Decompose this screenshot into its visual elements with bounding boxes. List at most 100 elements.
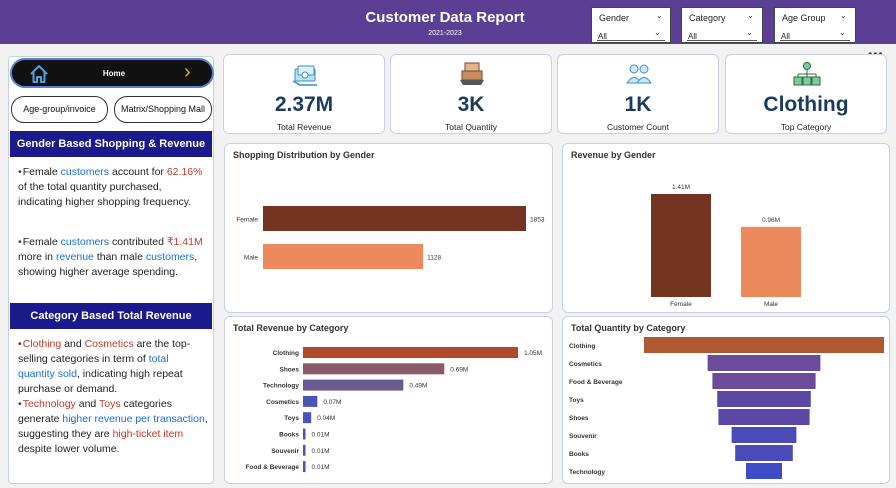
bar: [303, 444, 306, 456]
bar: [263, 206, 526, 231]
age-group-invoice-button[interactable]: Age-group/invoice: [11, 96, 108, 123]
category-label: Male: [244, 255, 258, 262]
chevron-down-icon[interactable]: ⌄: [840, 11, 847, 20]
revenue-by-category-chart: Clothing 1.05M Shoes 0.69M Technology 0.49M Co…: [246, 347, 542, 473]
category-label: Cosmetics: [266, 399, 299, 406]
category-label: Books: [279, 432, 299, 439]
kpi-label: Total Quantity: [445, 122, 497, 132]
kpi-total-revenue: 2.37M Total Revenue: [223, 54, 385, 134]
category-label: Male: [764, 301, 778, 308]
kpi-value: 2.37M: [274, 93, 334, 116]
bar: [303, 363, 445, 375]
kpi-top-category: Clothing Top Category: [725, 54, 887, 134]
category-label: Shoes: [569, 415, 589, 422]
data-label: 0.01M: [312, 432, 330, 439]
chart-title: Total Revenue by Category: [233, 323, 349, 333]
chevron-down-icon[interactable]: ⌄: [747, 11, 754, 20]
bar: [303, 347, 518, 358]
data-label: 1128: [427, 255, 441, 262]
matrix-shopping-mall-button[interactable]: Matrix/Shopping Mall: [114, 96, 212, 123]
chart-title: Revenue by Gender: [571, 150, 656, 160]
money-stack-icon: [292, 65, 317, 86]
category-insight-1: •Clothing and Cosmetics are the top-sell…: [18, 338, 191, 395]
data-label: 1.05M: [524, 350, 542, 357]
age-group-filter[interactable]: Age Group ⌄ All ⌄: [774, 7, 856, 43]
data-label: 0.01M: [312, 464, 330, 471]
data-label: 0.07M: [323, 399, 341, 406]
revenue-by-category-chart-card: Total Revenue by Category Clothing 1.05M S…: [224, 316, 553, 484]
shopping-distribution-chart-card: Shopping Distribution by Gender Female 18…: [224, 143, 553, 313]
funnel-bar: [717, 391, 811, 407]
bar: [303, 379, 404, 391]
chart-title: Shopping Distribution by Gender: [233, 150, 375, 160]
funnel-bar: [707, 355, 821, 371]
kpi-total-quantity: 3K Total Quantity: [390, 54, 552, 134]
gender-filter[interactable]: Gender ⌄ All ⌄: [591, 7, 671, 43]
kpi-label: Top Category: [780, 122, 832, 132]
bar: [303, 412, 312, 424]
home-nav-bar[interactable]: Home ›: [10, 58, 214, 88]
data-label: 0.01M: [312, 448, 330, 455]
page-subtitle: 2021-2023: [428, 30, 462, 37]
funnel-bar: [731, 427, 797, 443]
category-label: Female: [670, 301, 692, 308]
category-network-icon: [793, 62, 821, 86]
customers-icon: [626, 64, 652, 84]
category-filter[interactable]: Category ⌄ All ⌄: [681, 7, 763, 43]
gender-insight-1: •Female customers account for 62.16% of …: [18, 166, 203, 208]
gender-section-title: Gender Based Shopping & Revenue: [10, 131, 212, 157]
chevron-down-icon[interactable]: ⌄: [746, 28, 753, 37]
category-label: Food & Beverage: [569, 379, 623, 386]
kpi-value: 1K: [624, 93, 652, 116]
chevron-right-icon[interactable]: ›: [184, 61, 191, 84]
category-label: Shoes: [279, 366, 299, 373]
category-label: Cosmetics: [569, 361, 602, 368]
data-label: 0.69M: [450, 366, 468, 373]
funnel-bar: [644, 337, 884, 353]
bar: [303, 461, 306, 473]
category-section-title: Category Based Total Revenue: [10, 303, 212, 329]
category-label: Female: [236, 217, 258, 224]
bar: [303, 395, 318, 407]
bar: [303, 428, 306, 440]
age-group-filter-label: Age Group: [782, 13, 826, 23]
bar: [651, 194, 711, 297]
category-filter-label: Category: [689, 13, 726, 23]
data-label: 1853: [530, 217, 545, 224]
category-label: Technology: [569, 469, 605, 476]
category-label: Clothing: [569, 343, 595, 350]
category-label: Toys: [569, 397, 584, 404]
kpi-label: Total Revenue: [276, 122, 332, 132]
kpi-value: Clothing: [763, 93, 849, 116]
data-label: 0.49M: [409, 383, 427, 390]
chevron-down-icon[interactable]: ⌄: [839, 28, 846, 37]
bar: [263, 244, 424, 269]
chart-title: Total Quantity by Category: [571, 323, 686, 333]
category-label: Technology: [263, 383, 299, 390]
category-label: Souvenir: [271, 448, 299, 455]
data-label: 0.96M: [762, 217, 780, 224]
gender-filter-label: Gender: [599, 13, 630, 23]
page-title: Customer Data Report: [365, 9, 525, 26]
kpi-value: 3K: [457, 93, 485, 116]
quantity-by-category-chart: Clothing Cosmetics Food & Beverage Toys Shoe…: [569, 337, 884, 479]
category-insight-2: •Technology and Toys categories generate…: [18, 398, 208, 455]
gender-insight-2: •Female customers contributed ₹1.41M mor…: [18, 236, 203, 278]
category-label: Toys: [284, 415, 299, 422]
boxes-icon: [460, 62, 484, 85]
category-label: Books: [569, 451, 589, 458]
funnel-bar: [746, 463, 782, 479]
category-label: Clothing: [273, 350, 299, 357]
kpi-label: Customer Count: [607, 122, 669, 132]
funnel-bar: [718, 409, 810, 425]
kpi-customer-count: 1K Customer Count: [557, 54, 719, 134]
chevron-down-icon[interactable]: ⌄: [656, 11, 663, 20]
funnel-bar: [712, 373, 816, 389]
funnel-bar: [735, 445, 793, 461]
category-label: Souvenir: [569, 433, 597, 440]
data-label: 1.41M: [672, 184, 690, 191]
chevron-down-icon[interactable]: ⌄: [654, 28, 661, 37]
revenue-by-gender-chart-card: Revenue by Gender 1.41M Female 0.96M Male: [562, 143, 890, 313]
bar: [741, 226, 801, 297]
data-label: 0.04M: [317, 415, 335, 422]
